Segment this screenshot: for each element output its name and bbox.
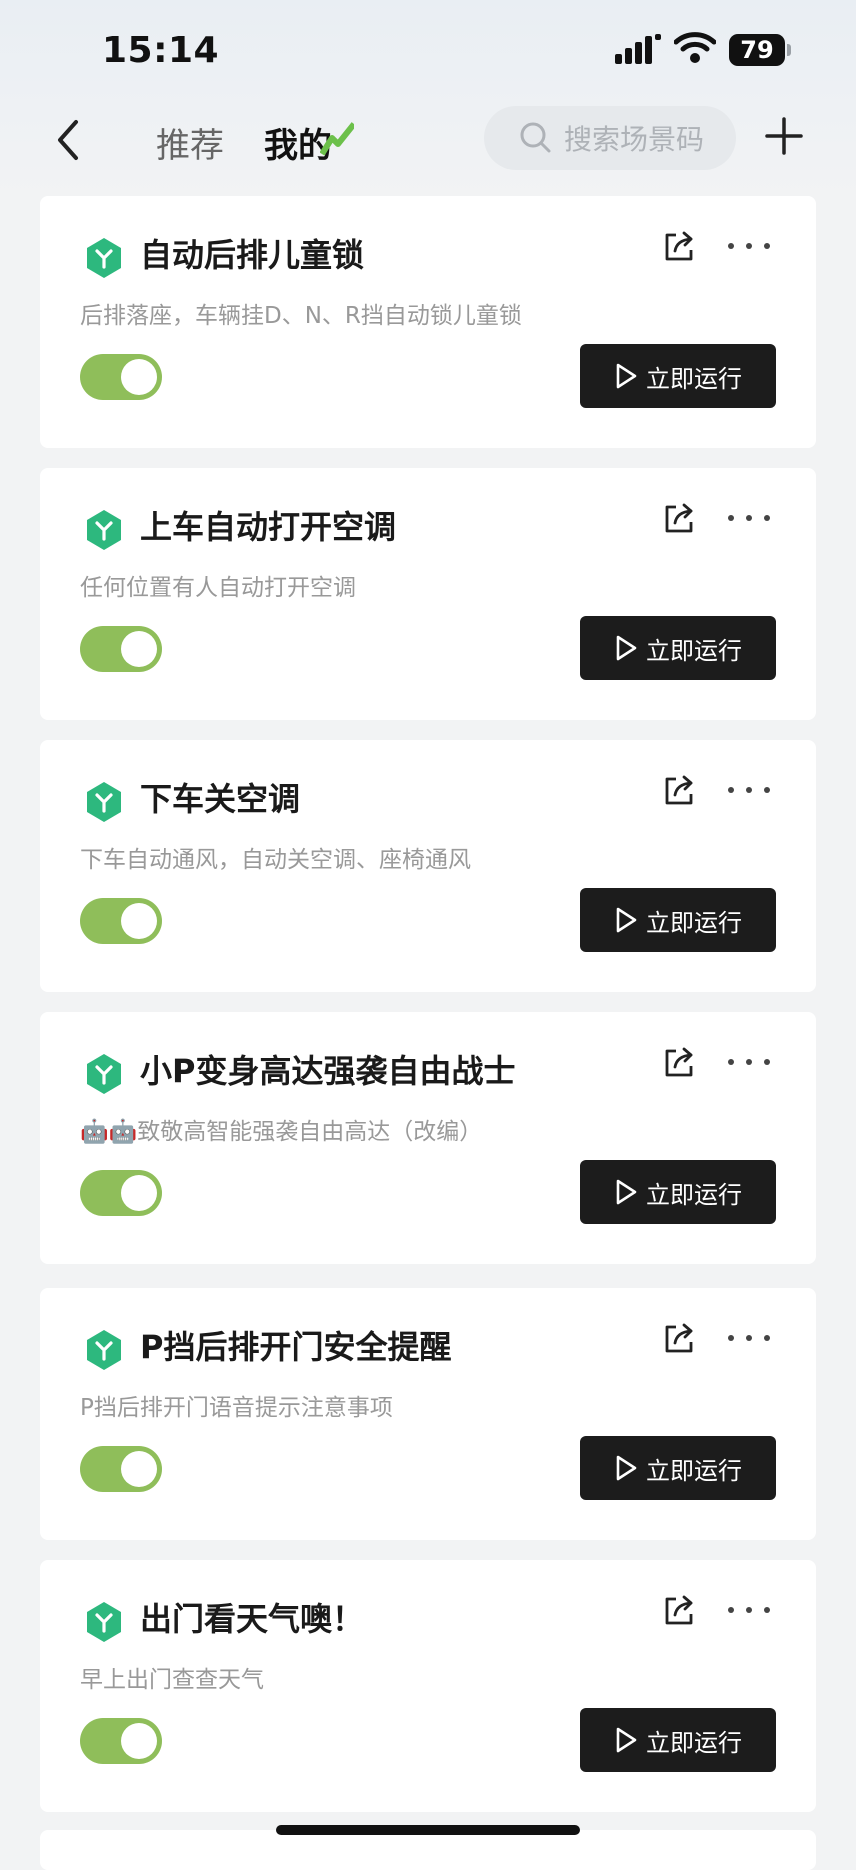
run-button-label: 立即运行: [646, 1456, 742, 1485]
toggle-knob: [121, 903, 157, 939]
share-icon[interactable]: [662, 230, 696, 264]
scene-card[interactable]: 自动后排儿童锁 后排落座，车辆挂D、N、R挡自动锁儿童锁 立即运行: [40, 196, 816, 448]
scene-card-partial: [40, 1830, 816, 1870]
play-icon: [616, 635, 637, 661]
scene-enable-toggle[interactable]: [80, 354, 162, 400]
play-icon: [616, 1179, 637, 1205]
scene-hex-icon: [87, 782, 121, 822]
more-dots-icon[interactable]: [728, 1600, 770, 1620]
wifi-icon: [674, 32, 716, 63]
scene-card[interactable]: 小P变身高达强袭自由战士 🤖🤖致敬高智能强袭自由高达（改编） 立即运行: [40, 1012, 816, 1264]
scene-description: 下车自动通风，自动关空调、座椅通风: [80, 847, 471, 873]
scene-enable-toggle[interactable]: [80, 626, 162, 672]
search-input[interactable]: 搜索场景码: [484, 106, 736, 170]
scene-hex-icon: [87, 1054, 121, 1094]
more-dots-icon[interactable]: [728, 1328, 770, 1348]
scene-card[interactable]: 下车关空调 下车自动通风，自动关空调、座椅通风 立即运行: [40, 740, 816, 992]
status-bar: 15:14 79: [0, 0, 856, 100]
scene-title: 小P变身高达强袭自由战士: [140, 1052, 516, 1090]
search-placeholder: 搜索场景码: [564, 123, 705, 156]
scene-card[interactable]: 出门看天气噢！ 早上出门查查天气 立即运行: [40, 1560, 816, 1812]
scene-description: P挡后排开门语音提示注意事项: [80, 1395, 393, 1421]
run-button-label: 立即运行: [646, 908, 742, 937]
run-now-button[interactable]: 立即运行: [580, 1160, 776, 1224]
scene-title: 上车自动打开空调: [140, 508, 397, 546]
run-button-label: 立即运行: [646, 1728, 742, 1757]
scene-description: 🤖🤖致敬高智能强袭自由高达（改编）: [80, 1119, 483, 1145]
scene-hex-icon: [87, 510, 121, 550]
scene-enable-toggle[interactable]: [80, 1446, 162, 1492]
play-icon: [616, 363, 637, 389]
share-icon[interactable]: [662, 1046, 696, 1080]
more-dots-icon[interactable]: [728, 1052, 770, 1072]
share-icon[interactable]: [662, 502, 696, 536]
scene-enable-toggle[interactable]: [80, 1170, 162, 1216]
run-now-button[interactable]: 立即运行: [580, 1708, 776, 1772]
scene-title: 出门看天气噢！: [140, 1600, 365, 1638]
scene-title: 下车关空调: [140, 780, 301, 818]
play-icon: [616, 907, 637, 933]
share-icon[interactable]: [662, 1322, 696, 1356]
scene-enable-toggle[interactable]: [80, 898, 162, 944]
run-now-button[interactable]: 立即运行: [580, 616, 776, 680]
battery-indicator: 79: [729, 34, 785, 66]
toggle-knob: [121, 1723, 157, 1759]
scene-hex-icon: [87, 238, 121, 278]
play-icon: [616, 1455, 637, 1481]
toggle-knob: [121, 359, 157, 395]
scene-title: P挡后排开门安全提醒: [140, 1328, 452, 1366]
run-now-button[interactable]: 立即运行: [580, 344, 776, 408]
run-now-button[interactable]: 立即运行: [580, 1436, 776, 1500]
run-button-label: 立即运行: [646, 1180, 742, 1209]
scene-description: 后排落座，车辆挂D、N、R挡自动锁儿童锁: [80, 303, 522, 329]
toggle-knob: [121, 1175, 157, 1211]
scene-enable-toggle[interactable]: [80, 1718, 162, 1764]
more-dots-icon[interactable]: [728, 508, 770, 528]
home-indicator: [276, 1825, 580, 1835]
tab-recommended[interactable]: 推荐: [156, 118, 224, 167]
scene-description: 任何位置有人自动打开空调: [80, 575, 356, 601]
run-button-label: 立即运行: [646, 636, 742, 665]
toggle-knob: [121, 631, 157, 667]
search-icon: [520, 122, 551, 153]
run-button-label: 立即运行: [646, 364, 742, 393]
scene-hex-icon: [87, 1330, 121, 1370]
share-icon[interactable]: [662, 774, 696, 808]
plus-icon[interactable]: [764, 116, 804, 156]
battery-cap: [787, 44, 791, 56]
run-now-button[interactable]: 立即运行: [580, 888, 776, 952]
cellular-signal-icon: [615, 34, 661, 64]
share-icon[interactable]: [662, 1594, 696, 1628]
nav-bar: 推荐 我的 搜索场景码: [0, 100, 856, 180]
more-dots-icon[interactable]: [728, 780, 770, 800]
scene-description: 早上出门查查天气: [80, 1667, 264, 1693]
active-tab-check-icon: [320, 122, 354, 156]
more-dots-icon[interactable]: [728, 236, 770, 256]
scene-title: 自动后排儿童锁: [140, 236, 365, 274]
scene-card[interactable]: 上车自动打开空调 任何位置有人自动打开空调 立即运行: [40, 468, 816, 720]
scene-hex-icon: [87, 1602, 121, 1642]
chevron-left-icon[interactable]: [48, 114, 92, 166]
play-icon: [616, 1727, 637, 1753]
toggle-knob: [121, 1451, 157, 1487]
scene-card[interactable]: P挡后排开门安全提醒 P挡后排开门语音提示注意事项 立即运行: [40, 1288, 816, 1540]
status-time: 15:14: [102, 30, 220, 71]
